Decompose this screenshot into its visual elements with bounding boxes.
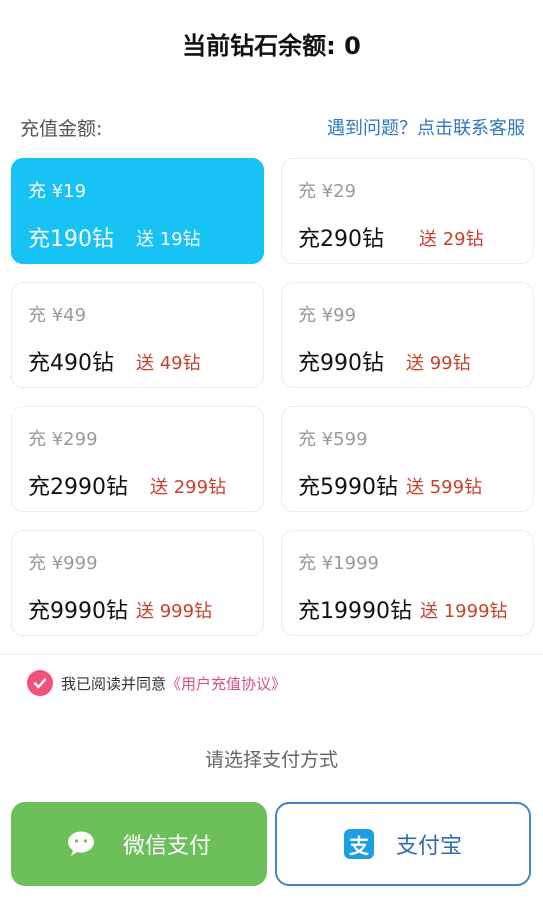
option-bonus: 送 49钻 (136, 353, 201, 374)
option-bonus: 送 29钻 (419, 229, 484, 250)
option-price: 充 ¥99 (298, 305, 357, 326)
recharge-amount-label: 充值金额: (20, 118, 103, 140)
option-bonus: 送 599钻 (406, 477, 483, 498)
option-bonus: 送 99钻 (406, 353, 471, 374)
option-price: 充 ¥49 (28, 305, 87, 326)
divider (0, 654, 543, 655)
agreement-row: 我已阅读并同意 《用户充值协议》 (27, 670, 286, 696)
option-amount: 充990钻 (298, 351, 384, 376)
option-price: 充 ¥599 (298, 429, 368, 450)
agreement-text: 我已阅读并同意 (61, 674, 167, 693)
check-icon[interactable] (27, 670, 53, 696)
option-amount: 充2990钻 (28, 475, 128, 500)
option-bonus: 送 19钻 (136, 229, 201, 250)
wechat-icon (67, 830, 101, 858)
option-bonus: 送 1999钻 (420, 601, 508, 622)
option-amount: 充490钻 (28, 351, 114, 376)
recharge-option-299[interactable]: 充 ¥299 充2990钻 送 299钻 (11, 406, 264, 512)
balance-title: 当前钻石余额: 0 (182, 32, 361, 60)
recharge-option-599[interactable]: 充 ¥599 充5990钻 送 599钻 (281, 406, 534, 512)
option-price: 充 ¥999 (28, 553, 98, 574)
alipay-label: 支付宝 (395, 834, 462, 859)
contact-support-link[interactable]: 遇到问题？点击联系客服 (327, 114, 525, 140)
recharge-option-999[interactable]: 充 ¥999 充9990钻 送 999钻 (11, 530, 264, 636)
option-price: 充 ¥299 (28, 429, 98, 450)
recharge-option-29[interactable]: 充 ¥29 充290钻 送 29钻 (281, 158, 534, 264)
alipay-icon: 支 (343, 829, 374, 859)
option-bonus: 送 299钻 (150, 477, 227, 498)
recharge-option-99[interactable]: 充 ¥99 充990钻 送 99钻 (281, 282, 534, 388)
recharge-option-49[interactable]: 充 ¥49 充490钻 送 49钻 (11, 282, 264, 388)
option-amount: 充290钻 (298, 227, 384, 252)
option-bonus: 送 999钻 (136, 601, 213, 622)
option-price: 充 ¥29 (298, 181, 357, 202)
recharge-option-1999[interactable]: 充 ¥1999 充19990钻 送 1999钻 (281, 530, 534, 636)
recharge-option-19[interactable]: 充 ¥19 充190钻 送 19钻 (11, 158, 264, 264)
option-amount: 充19990钻 (298, 599, 412, 624)
option-price: 充 ¥1999 (298, 553, 379, 574)
option-amount: 充5990钻 (298, 475, 398, 500)
option-price: 充 ¥19 (28, 181, 87, 202)
agreement-link[interactable]: 《用户充值协议》 (166, 673, 286, 694)
wechat-pay-button[interactable]: 微信支付 (11, 802, 267, 886)
alipay-button[interactable]: 支 支付宝 (275, 802, 531, 886)
option-amount: 充190钻 (28, 227, 114, 252)
option-amount: 充9990钻 (28, 599, 128, 624)
wechat-pay-label: 微信支付 (122, 834, 211, 859)
payment-prompt: 请选择支付方式 (204, 749, 338, 771)
